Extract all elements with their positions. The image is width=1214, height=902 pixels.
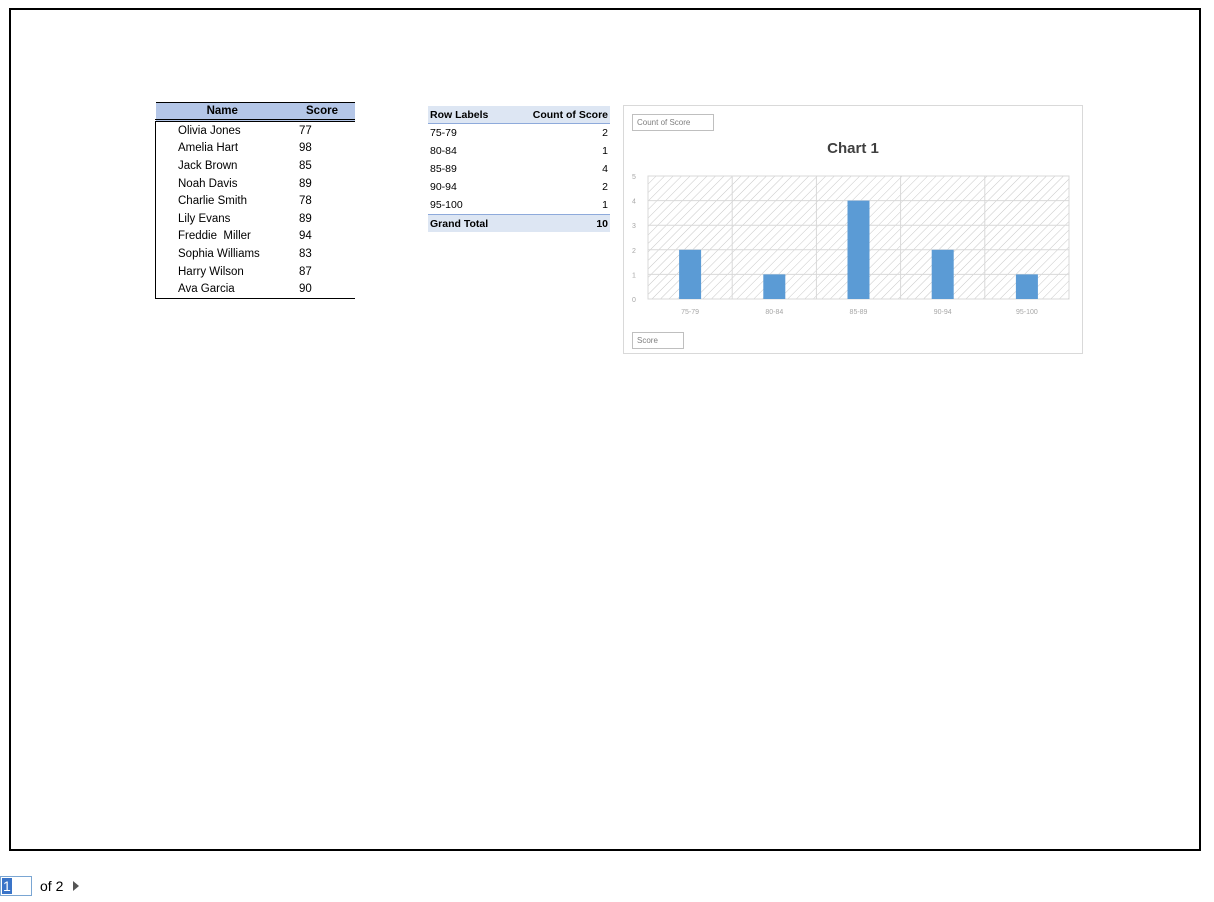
student-score: 89: [299, 177, 312, 190]
student-name: Freddie Miller: [178, 230, 251, 243]
pivot-chart[interactable]: Count of Score Chart 1 012345 75-79 80-84…: [623, 105, 1083, 354]
table-row: Jack Brown 85: [156, 157, 356, 175]
pivot-row-label: 75-79: [430, 127, 457, 139]
pivot-row[interactable]: 90-94 2: [428, 178, 610, 196]
x-tick-label: 75-79: [681, 309, 699, 316]
grand-total-label: Grand Total: [428, 214, 509, 232]
pivot-row-label: 80-84: [430, 145, 457, 157]
pivot-row-count: 2: [602, 181, 608, 193]
next-page-icon[interactable]: [73, 881, 80, 891]
student-name: Olivia Jones: [178, 124, 241, 137]
page-navigator: 1 of 2: [0, 875, 80, 897]
student-name: Harry Wilson: [178, 265, 244, 278]
pivot-row-count: 1: [602, 199, 608, 211]
pivot-row-count: 1: [602, 145, 608, 157]
pivot-row-count: 2: [602, 127, 608, 139]
student-score: 83: [299, 247, 312, 260]
x-tick-label: 85-89: [850, 309, 868, 316]
report-page: Name Score Olivia Jones 77 Amelia Hart 98 …: [9, 8, 1201, 851]
table-row: Lily Evans 89: [156, 210, 356, 228]
y-tick-label: 4: [632, 199, 636, 206]
table-row: Freddie Miller 94: [156, 228, 356, 246]
table-row: Ava Garcia 90: [155, 280, 355, 299]
student-name: Jack Brown: [178, 159, 238, 172]
pivot-row[interactable]: 85-89 4: [428, 160, 610, 178]
y-tick-label: 1: [632, 272, 636, 279]
page-count-label: of 2: [40, 878, 64, 894]
student-score: 89: [299, 212, 312, 225]
y-tick-label: 5: [632, 174, 636, 181]
student-score: 98: [299, 142, 312, 155]
x-tick-label: 90-94: [934, 309, 952, 316]
student-name: Amelia Hart: [178, 142, 239, 155]
grand-total-value: 10: [508, 214, 610, 232]
table-row: Olivia Jones 77: [156, 121, 356, 140]
x-tick-label: 95-100: [1016, 309, 1038, 316]
count-of-score-header[interactable]: Count of Score: [508, 106, 610, 124]
student-score: 85: [299, 159, 312, 172]
y-tick-label: 3: [632, 223, 636, 230]
pivot-row[interactable]: 95-100 1: [428, 196, 610, 215]
current-page-number: 1: [2, 878, 12, 894]
table-header-row: Name Score: [155, 102, 355, 122]
y-tick-label: 0: [632, 297, 636, 304]
student-name: Noah Davis: [178, 177, 238, 190]
student-score: 94: [299, 230, 312, 243]
row-labels-header[interactable]: Row Labels: [428, 106, 509, 124]
name-column-header: Name: [155, 102, 289, 122]
table-row: Sophia Williams 83: [156, 245, 356, 263]
student-name: Ava Garcia: [155, 280, 289, 299]
pivot-row[interactable]: 80-84 1: [428, 142, 610, 160]
pivot-row-label: 85-89: [430, 163, 457, 175]
x-tick-label: 80-84: [765, 309, 783, 316]
pivot-row-count: 4: [602, 163, 608, 175]
score-column-header: Score: [289, 102, 355, 122]
table-row: Harry Wilson 87: [156, 263, 356, 281]
pivot-row-label: 95-100: [430, 199, 463, 211]
pivot-header-row: Row Labels Count of Score: [428, 106, 610, 124]
bar-75-79[interactable]: [679, 249, 702, 299]
student-score: 87: [299, 265, 312, 278]
pivot-row-label: 90-94: [430, 181, 457, 193]
scores-table: Name Score Olivia Jones 77 Amelia Hart 98 …: [155, 102, 355, 299]
table-row: Amelia Hart 98: [156, 140, 356, 158]
table-row: Noah Davis 89: [156, 175, 356, 193]
bar-95-100[interactable]: [1015, 274, 1038, 299]
student-name: Charlie Smith: [178, 195, 248, 208]
student-score: 90: [289, 280, 355, 299]
bar-85-89[interactable]: [847, 200, 870, 299]
table-row: Charlie Smith 78: [156, 192, 356, 210]
bar-90-94[interactable]: [931, 249, 954, 299]
page-number-input[interactable]: 1: [0, 876, 32, 896]
pivot-grand-total-row[interactable]: Grand Total 10: [428, 214, 610, 232]
bar-80-84[interactable]: [763, 274, 786, 299]
y-tick-label: 2: [632, 248, 636, 255]
student-name: Sophia Williams: [178, 247, 260, 260]
chart-plot-area[interactable]: 0 1 2 3 4 5 75-79 80-84 85-89 90-94 95-100: [624, 106, 1082, 353]
student-score: 77: [299, 124, 312, 137]
score-axis-field-button[interactable]: Score: [632, 332, 684, 349]
pivot-row[interactable]: 75-79 2: [428, 124, 610, 143]
student-score: 78: [299, 195, 312, 208]
student-name: Lily Evans: [178, 212, 231, 225]
pivot-table[interactable]: Row Labels Count of Score 75-79 2 80-84 1 …: [428, 106, 610, 232]
